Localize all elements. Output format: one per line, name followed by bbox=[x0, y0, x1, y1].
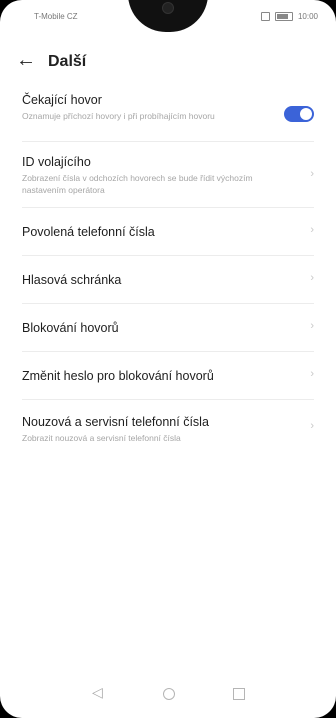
page-title: Další bbox=[48, 53, 87, 70]
setting-voicemail[interactable]: Hlasová schránka › bbox=[22, 256, 314, 304]
camera-icon bbox=[162, 2, 174, 14]
chevron-right-icon: › bbox=[310, 272, 314, 284]
clock: 10:00 bbox=[297, 12, 318, 21]
setting-subtitle: Zobrazení čísla v odchozích hovorech se … bbox=[22, 173, 253, 195]
nav-home-icon[interactable] bbox=[163, 688, 175, 700]
phone-screen: T-Mobile CZ 10:00 ← Další Čekající hovor… bbox=[0, 0, 336, 718]
chevron-right-icon: › bbox=[310, 368, 314, 380]
chevron-right-icon: › bbox=[310, 168, 314, 180]
app-header: ← Další bbox=[0, 46, 336, 78]
setting-title: Změnit heslo pro blokování hovorů bbox=[22, 369, 214, 383]
system-nav-bar: ◁ bbox=[0, 670, 336, 718]
setting-subtitle: Oznamuje příchozí hovory i při probíhají… bbox=[22, 111, 215, 121]
setting-caller-id[interactable]: ID volajícího Zobrazení čísla v odchozíc… bbox=[22, 142, 314, 208]
toggle-knob bbox=[300, 107, 312, 120]
settings-list: Čekající hovor Oznamuje příchozí hovory … bbox=[0, 86, 336, 456]
setting-title: Povolená telefonní čísla bbox=[22, 225, 155, 239]
setting-emergency-numbers[interactable]: Nouzová a servisní telefonní čísla Zobra… bbox=[22, 400, 314, 456]
setting-fixed-dialing[interactable]: Povolená telefonní čísla › bbox=[22, 208, 314, 256]
setting-title: Hlasová schránka bbox=[22, 273, 122, 287]
setting-subtitle: Zobrazit nouzová a servisní telefonní čí… bbox=[22, 433, 181, 443]
chevron-right-icon: › bbox=[310, 224, 314, 236]
back-arrow-icon[interactable]: ← bbox=[16, 50, 36, 70]
setting-change-barring-password[interactable]: Změnit heslo pro blokování hovorů › bbox=[22, 352, 314, 400]
nav-recent-icon[interactable] bbox=[233, 688, 245, 700]
chevron-right-icon: › bbox=[310, 420, 314, 432]
setting-title: Nouzová a servisní telefonní čísla bbox=[22, 415, 209, 429]
setting-title: Blokování hovorů bbox=[22, 321, 119, 335]
call-waiting-toggle[interactable] bbox=[284, 105, 314, 122]
setting-title: Čekající hovor bbox=[22, 93, 102, 107]
nav-back-icon[interactable]: ◁ bbox=[92, 684, 103, 701]
setting-call-waiting[interactable]: Čekající hovor Oznamuje příchozí hovory … bbox=[22, 86, 314, 142]
setting-title: ID volajícího bbox=[22, 155, 91, 169]
chevron-right-icon: › bbox=[310, 320, 314, 332]
carrier-label: T-Mobile CZ bbox=[34, 12, 78, 21]
battery-icon bbox=[274, 12, 293, 21]
setting-call-barring[interactable]: Blokování hovorů › bbox=[22, 304, 314, 352]
sim-icon bbox=[260, 12, 270, 21]
status-icons: 10:00 bbox=[260, 12, 318, 21]
